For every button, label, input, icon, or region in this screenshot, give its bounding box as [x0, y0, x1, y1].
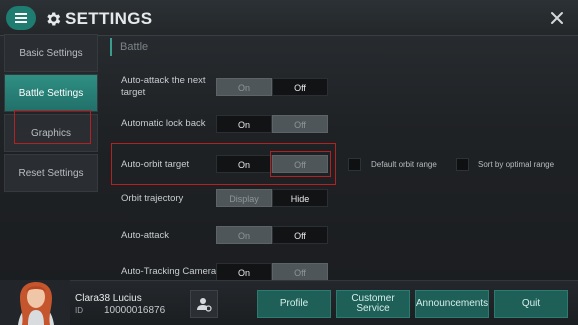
setting-label-auto-attack: Auto-attack: [121, 230, 170, 241]
toggle-on[interactable]: On: [216, 155, 272, 173]
default-orbit-range-label: Default orbit range: [371, 160, 437, 169]
toggle-on[interactable]: On: [216, 226, 272, 244]
toggle-on[interactable]: On: [216, 263, 272, 281]
close-icon[interactable]: [548, 9, 566, 27]
player-avatar: [0, 280, 70, 325]
profile-button[interactable]: Profile: [257, 290, 331, 318]
user-settings-icon: [197, 298, 212, 312]
sidebar-item-reset-settings[interactable]: Reset Settings: [4, 154, 98, 192]
toggle-auto-attack-next: On Off: [216, 78, 328, 96]
customer-service-button-label: Customer Service: [351, 293, 395, 314]
battle-settings-highlight: [14, 110, 91, 144]
optimal-range-checkbox[interactable]: [456, 158, 469, 171]
player-id-label: ID: [75, 306, 83, 315]
setting-label-orbit-trajectory: Orbit trajectory: [121, 193, 184, 204]
setting-label-auto-lock-back: Automatic lock back: [121, 118, 206, 129]
quit-button-label: Quit: [521, 298, 541, 309]
section-title: Battle: [110, 38, 148, 56]
sidebar-item-label: Reset Settings: [18, 167, 84, 179]
announcements-button[interactable]: Announcements: [415, 290, 489, 318]
header-bar: SETTINGS: [0, 0, 578, 36]
announcements-button-label: Announcements: [415, 298, 489, 309]
player-id: 10000016876: [104, 305, 166, 316]
gear-icon: [47, 12, 61, 26]
sidebar: Basic Settings Battle Settings Graphics …: [4, 34, 98, 274]
account-button[interactable]: [190, 290, 218, 318]
page-title: SETTINGS: [65, 9, 153, 28]
toggle-on[interactable]: On: [216, 78, 272, 96]
toggle-auto-lock-back: On Off: [216, 115, 328, 133]
toggle-off[interactable]: Off: [272, 263, 328, 281]
sidebar-item-basic-settings[interactable]: Basic Settings: [4, 34, 98, 72]
toggle-off[interactable]: Off: [272, 78, 328, 96]
off-button-highlight: [270, 151, 331, 177]
sidebar-item-label: Basic Settings: [19, 47, 83, 59]
player-name: Clara38 Lucius: [75, 293, 142, 304]
sidebar-item-label: Battle Settings: [18, 87, 84, 99]
toggle-auto-tracking-camera: On Off: [216, 263, 328, 281]
toggle-on[interactable]: On: [216, 115, 272, 133]
menu-button[interactable]: [6, 6, 36, 30]
toggle-off[interactable]: Off: [272, 226, 328, 244]
toggle-hide[interactable]: Hide: [272, 189, 328, 207]
setting-label-auto-attack-next: Auto-attack the next target: [121, 75, 206, 98]
quit-button[interactable]: Quit: [494, 290, 568, 318]
settings-content: Battle Auto-attack the next target On Of…: [104, 34, 578, 281]
hamburger-icon: [15, 17, 27, 19]
optimal-range-label: Sort by optimal range: [478, 160, 555, 169]
toggle-auto-attack: On Off: [216, 226, 328, 244]
toggle-off[interactable]: Off: [272, 115, 328, 133]
sidebar-item-battle-settings[interactable]: Battle Settings: [4, 74, 98, 112]
title-group: SETTINGS: [44, 8, 152, 30]
default-orbit-range-checkbox[interactable]: [348, 158, 361, 171]
setting-label-auto-orbit: Auto-orbit target: [121, 159, 190, 170]
toggle-orbit-trajectory: Display Hide: [216, 189, 328, 207]
customer-service-button[interactable]: Customer Service: [336, 290, 410, 318]
profile-button-label: Profile: [279, 298, 309, 309]
toggle-display[interactable]: Display: [216, 189, 272, 207]
setting-label-auto-tracking-camera: Auto-Tracking Camera: [121, 266, 217, 277]
